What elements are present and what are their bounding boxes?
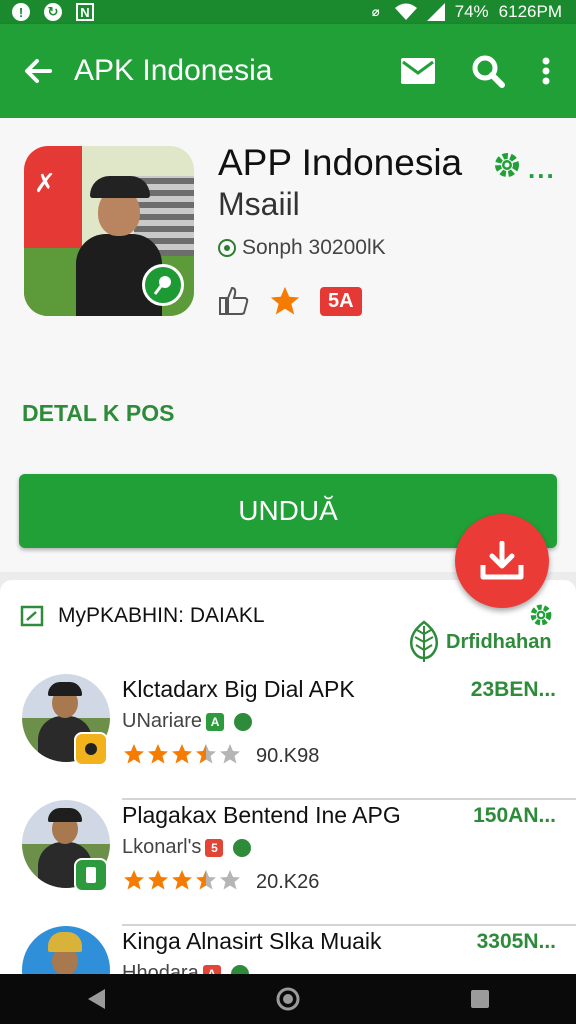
battery-level: 74% [454,2,489,21]
item-tag: A [206,712,225,731]
mute-icon: ⌀ [371,4,380,19]
more-vert-icon [542,57,550,85]
app-thumbnail [22,926,110,974]
overflow-menu-button[interactable] [536,49,556,93]
search-button[interactable] [466,49,510,93]
sync-icon: ↻ [44,3,62,21]
item-rating: 90.K98 [122,742,319,771]
star-icon [196,744,216,764]
app-name: APP Indonesia [218,142,463,183]
star-icon [196,870,216,890]
star-icon [124,870,144,890]
age-rating-badge: 5A [320,286,362,316]
sponsor-text: Drfidhahan [446,630,552,653]
verified-dot-icon [230,964,249,974]
star-icon [220,744,240,764]
nfc-icon: N [76,3,94,21]
item-tag: 5 [205,838,224,857]
app-bar-title: APK Indonesia [74,54,273,87]
list-item[interactable]: Kinga Alnasirt Slka Muaik Hhodara A 3305… [0,926,576,974]
star-icon [220,870,240,890]
gear-icon [495,153,519,177]
nav-back-button[interactable] [76,979,116,1019]
item-size: 150AN... [473,804,556,827]
item-title: Plagakax Bentend Ine APG [122,802,401,828]
sponsor-label: Drfidhahan [406,620,552,664]
settings-button[interactable] [492,150,522,185]
list-title: MyPKABHIN: DAIAKL [58,604,265,627]
mail-button[interactable] [396,49,440,93]
download-icon [480,541,524,580]
mail-icon [401,58,435,84]
wifi-icon [394,3,417,20]
arrow-left-icon [25,59,52,83]
item-size: 3305N... [476,930,556,953]
alarm-icon: ! [12,3,30,21]
thumbs-up-icon[interactable] [218,286,250,316]
nav-home-button[interactable] [268,979,308,1019]
list-header: MyPKABHIN: DAIAKL [20,604,265,628]
edit-box-icon [20,605,44,627]
item-title: Kinga Alnasirt Slka Muaik [122,928,382,954]
item-review-count: 20.K26 [256,871,320,893]
more-button[interactable]: ... [528,154,556,185]
item-rating: 20.K26 [122,868,319,897]
list-item[interactable]: Plagakax Bentend Ine APG Lkonarl's 5 20.… [0,800,576,926]
triangle-back-icon [88,989,105,1009]
radio-dot-icon [218,239,236,257]
app-badge-icon [74,732,108,766]
item-size: 23BEN... [470,678,556,701]
star-rating [122,742,242,771]
downloads-text: Sonph 30200lK [242,236,386,259]
meta-row: 5A [218,284,362,318]
star-icon [172,870,192,890]
detail-link[interactable]: DETAL K POS [22,400,175,427]
star-rating [122,868,242,897]
signal-icon [426,3,445,21]
star-icon [270,286,300,315]
star-icon [148,870,168,890]
status-bar: ! ↻ N ⌀ 74% 6126PM [0,0,576,24]
back-button[interactable] [20,53,56,89]
item-developer: Hhodara A [122,962,249,974]
leaf-icon [410,620,438,662]
search-icon [472,55,505,88]
circle-home-icon [276,987,300,1011]
star-icon [124,744,144,764]
app-header-card: ✗ APP Indonesia ... Msaiil Sonph 30200lK… [0,118,576,572]
square-recents-icon [471,990,489,1008]
system-nav-bar [0,974,576,1024]
developer-name[interactable]: Msaiil [218,186,300,223]
nav-recents-button[interactable] [460,979,500,1019]
item-developer: Lkonarl's 5 [122,836,252,859]
app-icon: ✗ [24,146,194,316]
verified-dot-icon [233,838,252,857]
download-fab[interactable] [455,514,549,608]
clock: 6126PM [498,2,562,21]
related-apps-card: MyPKABHIN: DAIAKL Drfidhahan Klctadarx B… [0,580,576,974]
item-title: Klctadarx Big Dial APK [122,676,355,702]
downloads-count: Sonph 30200lK [218,236,386,260]
star-icon [148,744,168,764]
list-item[interactable]: Klctadarx Big Dial APK UNariare A 90.K98… [0,674,576,800]
logo-mark-icon: ✗ [34,168,56,198]
app-bar: APK Indonesia [0,24,576,118]
mic-badge-icon [142,264,184,306]
item-tag: A [202,964,221,974]
verified-dot-icon [234,712,253,731]
app-badge-icon [74,858,108,892]
star-icon [172,744,192,764]
item-developer: UNariare A [122,710,253,733]
item-review-count: 90.K98 [256,745,320,767]
